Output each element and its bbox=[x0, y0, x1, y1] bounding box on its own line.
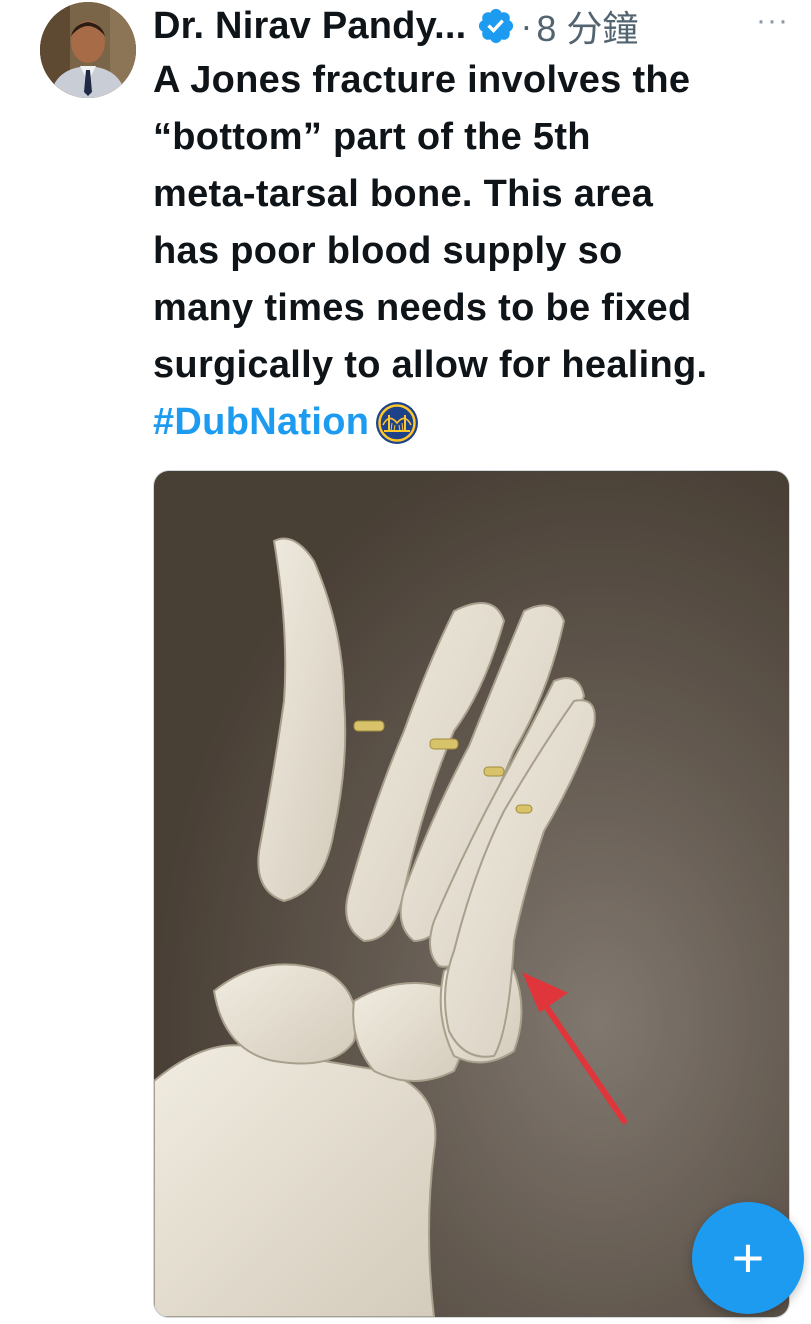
author-avatar[interactable] bbox=[40, 2, 136, 98]
verified-badge-icon bbox=[479, 8, 514, 44]
author-name[interactable]: Dr. Nirav Pandy... bbox=[153, 5, 466, 48]
tweet-body: A Jones fracture involves the “bottom” p… bbox=[153, 52, 793, 451]
tweet-text-line: A Jones fracture involves the bbox=[153, 59, 691, 101]
more-options-icon[interactable]: ··· bbox=[756, 4, 789, 38]
hashtag-link[interactable]: #DubNation bbox=[153, 394, 369, 451]
tweet-timestamp[interactable]: 8 分鐘 bbox=[536, 0, 638, 52]
tweet-text-line: meta-tarsal bone. This area bbox=[153, 173, 654, 215]
tweet-text-line: has poor blood supply so bbox=[153, 230, 623, 272]
tweet-text-line: “bottom” part of the 5th bbox=[153, 116, 591, 158]
tweet-text-line: surgically to allow for healing. bbox=[153, 344, 708, 386]
separator-dot: · bbox=[520, 5, 533, 46]
tweet-image[interactable] bbox=[153, 470, 790, 1318]
tweet-text-line: many times needs to be fixed bbox=[153, 287, 692, 329]
plus-icon: + bbox=[731, 1226, 765, 1289]
foot-skeleton-photo bbox=[154, 471, 789, 1317]
tweet-header: Dr. Nirav Pandy... · 8 分鐘 bbox=[153, 0, 811, 52]
golden-state-warriors-logo-icon bbox=[376, 401, 419, 444]
compose-tweet-button[interactable]: + bbox=[692, 1202, 804, 1314]
